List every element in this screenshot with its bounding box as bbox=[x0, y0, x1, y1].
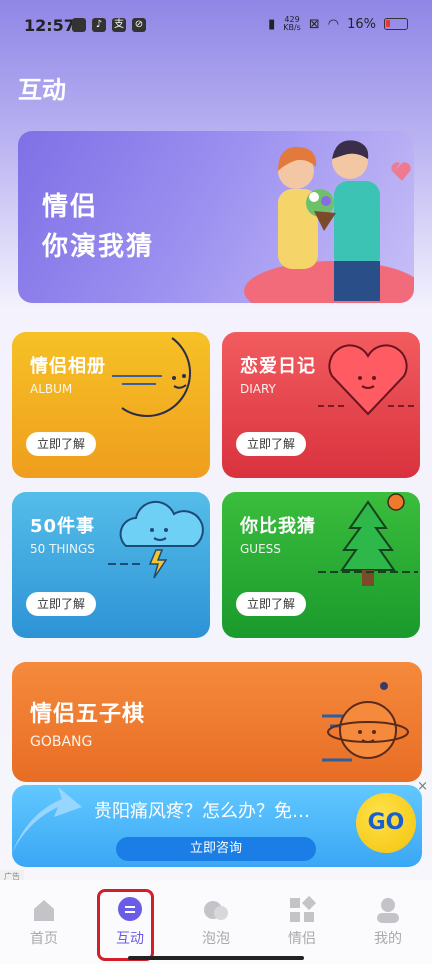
fifty-things-card[interactable]: 50件事 50 THINGS 立即了解 bbox=[12, 492, 210, 638]
notification-icons: ♪ 支 ⊘ bbox=[72, 18, 146, 32]
album-card[interactable]: 情侣相册 ALBUM 立即了解 bbox=[12, 332, 210, 478]
card-subtitle: DIARY bbox=[240, 382, 276, 396]
page-title: 互动 bbox=[18, 76, 66, 104]
moon-icon bbox=[112, 337, 191, 418]
network-speed: 429 KB/s bbox=[283, 16, 301, 32]
card-title: 恋爱日记 bbox=[240, 356, 316, 377]
sim-icon bbox=[72, 18, 86, 32]
grid-icon bbox=[288, 896, 316, 924]
nav-mine[interactable]: 我的 bbox=[358, 896, 418, 948]
speed-unit: KB/s bbox=[283, 23, 301, 32]
guess-card[interactable]: 你比我猜 GUESS 立即了解 bbox=[222, 492, 420, 638]
tree-icon bbox=[318, 493, 418, 586]
nav-label: 我的 bbox=[374, 931, 402, 947]
hero-text: 情侣 你演我猜 bbox=[42, 187, 154, 267]
home-indicator bbox=[128, 956, 304, 960]
nav-label: 首页 bbox=[30, 931, 58, 947]
status-bar: 12:57 ♪ 支 ⊘ ▮ 429 KB/s ⊠ ◠ 16% bbox=[0, 0, 432, 52]
card-subtitle: 50 THINGS bbox=[30, 542, 95, 556]
bubbles-icon bbox=[202, 896, 230, 924]
learn-more-button[interactable]: 立即了解 bbox=[236, 592, 306, 616]
cloud-icon bbox=[108, 500, 204, 579]
nav-couple[interactable]: 情侣 bbox=[272, 896, 332, 948]
ad-headline: 贵阳痛风疼？怎么办？免… bbox=[94, 801, 310, 822]
app-icon: ⊘ bbox=[132, 18, 146, 32]
bottom-nav: 首页 互动 泡泡 情侣 我的 bbox=[0, 880, 432, 964]
heart-icon bbox=[318, 344, 418, 416]
tiktok-icon: ♪ bbox=[92, 18, 106, 32]
home-icon bbox=[30, 896, 58, 924]
go-button[interactable]: GO bbox=[356, 793, 416, 853]
diary-card[interactable]: 恋爱日记 DIARY 立即了解 bbox=[222, 332, 420, 478]
nfc-icon: ⊠ bbox=[308, 16, 320, 32]
learn-more-button[interactable]: 立即了解 bbox=[26, 592, 96, 616]
card-subtitle: GUESS bbox=[240, 542, 281, 556]
arrow-icon bbox=[12, 787, 82, 853]
active-tab-highlight bbox=[97, 889, 154, 961]
nav-label: 情侣 bbox=[288, 931, 316, 947]
battery-text: 16% bbox=[347, 16, 376, 32]
card-subtitle: GOBANG bbox=[30, 734, 93, 750]
status-right: ▮ 429 KB/s ⊠ ◠ 16% bbox=[268, 16, 408, 32]
hero-line1: 情侣 bbox=[42, 192, 99, 222]
planet-icon bbox=[322, 682, 409, 762]
hero-line2: 你演我猜 bbox=[42, 232, 155, 262]
card-title: 情侣五子棋 bbox=[30, 702, 146, 727]
card-title: 你比我猜 bbox=[240, 516, 316, 537]
hero-banner[interactable]: 情侣 你演我猜 bbox=[18, 131, 414, 303]
card-title: 50件事 bbox=[30, 516, 96, 537]
battery-icon bbox=[384, 18, 408, 30]
learn-more-button[interactable]: 立即了解 bbox=[26, 432, 96, 456]
card-subtitle: ALBUM bbox=[30, 382, 73, 396]
close-icon[interactable]: × bbox=[417, 779, 428, 794]
consult-button[interactable]: 立即咨询 bbox=[116, 837, 316, 861]
vibrate-icon: ▮ bbox=[268, 16, 276, 32]
user-icon bbox=[374, 896, 402, 924]
alipay-icon: 支 bbox=[112, 18, 126, 32]
wifi-icon: ◠ bbox=[327, 16, 340, 32]
couple-illustration bbox=[244, 140, 414, 303]
learn-more-button[interactable]: 立即了解 bbox=[236, 432, 306, 456]
nav-home[interactable]: 首页 bbox=[14, 896, 74, 948]
card-title: 情侣相册 bbox=[30, 356, 106, 377]
nav-label: 泡泡 bbox=[202, 931, 230, 947]
ad-banner[interactable]: 贵阳痛风疼？怎么办？免… 立即咨询 GO × bbox=[12, 779, 428, 867]
nav-bubbles[interactable]: 泡泡 bbox=[186, 896, 246, 948]
gobang-card[interactable]: 情侣五子棋 GOBANG bbox=[12, 662, 422, 782]
status-time: 12:57 bbox=[24, 16, 75, 35]
